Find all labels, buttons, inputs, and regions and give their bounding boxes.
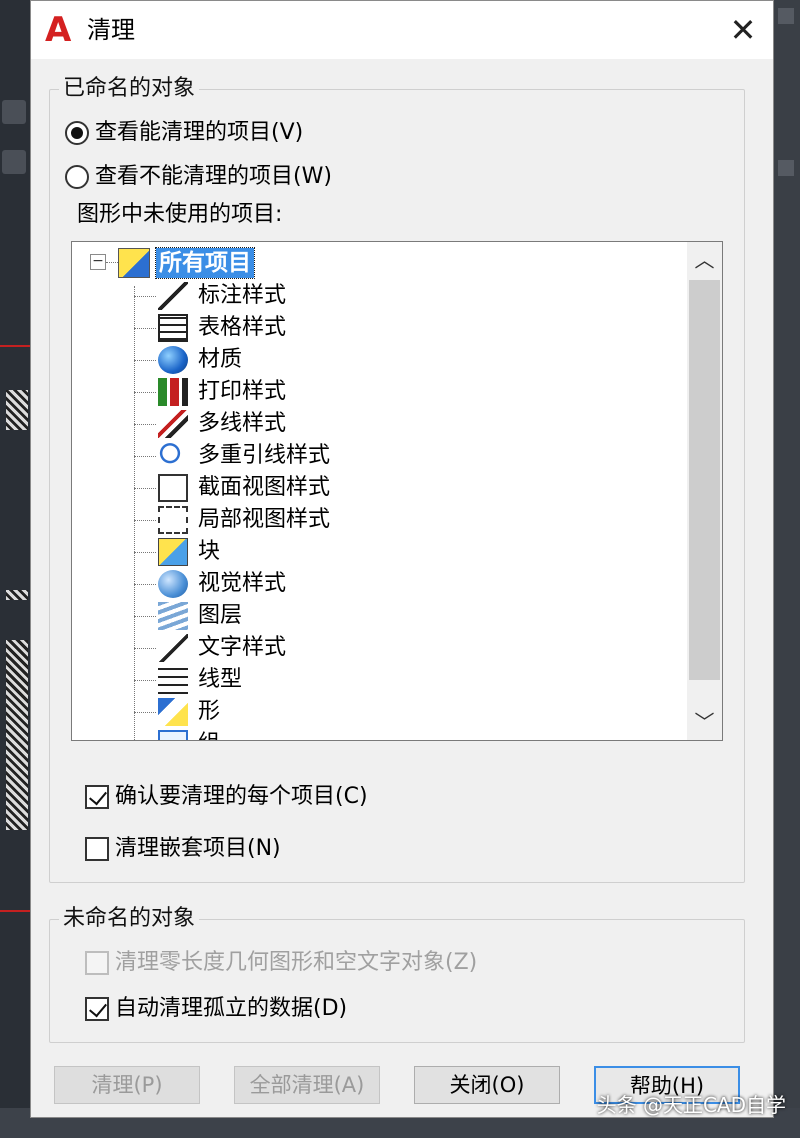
cad-right-panel (772, 0, 800, 1138)
tree-guide-line (134, 616, 156, 617)
cad-drawing-hatch (6, 590, 28, 600)
block-icon (158, 538, 188, 566)
unnamed-objects-legend: 未命名的对象 (59, 905, 200, 933)
tree-guide-line (134, 392, 156, 393)
tree-item-label: 表格样式 (198, 315, 287, 340)
checkbox (85, 951, 109, 975)
tree-item-label: 多重引线样式 (198, 443, 331, 468)
checkbox-label: 清理零长度几何图形和空文字对象(Z) (115, 950, 478, 975)
material-icon (158, 346, 188, 374)
tree-item-label: 打印样式 (198, 379, 287, 404)
tree-item-label: 图层 (198, 603, 243, 628)
check-orphaned-data[interactable]: 自动清理孤立的数据(D) (85, 995, 347, 1023)
checkbox-label: 自动清理孤立的数据(D) (115, 996, 348, 1021)
cad-panel-control[interactable] (778, 160, 794, 176)
close-button[interactable]: 关闭(O) (414, 1066, 560, 1104)
dimension-style-icon (158, 282, 188, 310)
check-zero-length: 清理零长度几何图形和空文字对象(Z) (85, 949, 477, 977)
group-icon (158, 730, 188, 740)
text-style-icon (158, 634, 188, 662)
close-icon[interactable]: ✕ (723, 11, 763, 49)
tree-item-label: 截面视图样式 (198, 475, 331, 500)
dialog-titlebar: A 清理 ✕ (31, 1, 773, 59)
radio-label: 查看能清理的项目(V) (95, 120, 304, 145)
cad-left-toolbar (0, 0, 30, 1138)
cad-tool-icon[interactable] (2, 100, 26, 124)
tree-item-label: 标注样式 (198, 283, 287, 308)
tree-guide-line (134, 296, 156, 297)
tree-item-label: 局部视图样式 (198, 507, 331, 532)
unnamed-objects-group (49, 919, 745, 1043)
section-view-style-icon (158, 474, 188, 502)
scroll-up-icon[interactable]: ︿ (687, 242, 722, 278)
checkbox[interactable] (85, 837, 109, 861)
cad-drawing-line (0, 910, 30, 912)
tree-guide-line (134, 520, 156, 521)
tree-item-label: 视觉样式 (198, 571, 287, 596)
shape-icon (158, 698, 188, 726)
cad-panel-control[interactable] (778, 8, 794, 24)
radio-label: 查看不能清理的项目(W) (95, 164, 332, 189)
tree-guide-line (134, 552, 156, 553)
watermark: 头条 @天正CAD自学 (596, 1093, 786, 1117)
visual-style-icon (158, 570, 188, 598)
multiline-style-icon (158, 410, 188, 438)
tree-item-label: 文字样式 (198, 635, 287, 660)
tree-guide-line (134, 680, 156, 681)
tree-item-label: 组 (198, 728, 220, 740)
tree-guide-line (134, 712, 156, 713)
tree-item-label: 多线样式 (198, 411, 287, 436)
tree-guide-line (134, 424, 156, 425)
tree-guide-line (134, 328, 156, 329)
tree-guide-line (134, 286, 135, 740)
tree-item-label: 材质 (198, 347, 243, 372)
cad-drawing-hatch (6, 390, 28, 430)
tree-item-label: 块 (198, 539, 221, 564)
tree-guide-line (134, 360, 156, 361)
tree-guide-line (134, 456, 156, 457)
linetype-icon (158, 666, 188, 694)
check-confirm-each[interactable]: 确认要清理的每个项目(C) (85, 783, 368, 811)
checkbox-label: 清理嵌套项目(N) (115, 836, 281, 861)
named-objects-legend: 已命名的对象 (59, 75, 200, 103)
tree-caption: 图形中未使用的项目: (77, 202, 283, 227)
purge-button[interactable]: 清理(P) (54, 1066, 200, 1104)
table-style-icon (158, 314, 188, 342)
layer-icon (158, 602, 188, 630)
cad-drawing-line (0, 345, 30, 347)
scroll-down-icon[interactable]: ﹀ (687, 704, 722, 740)
radio-view-nonpurgeable[interactable]: 查看不能清理的项目(W) (65, 163, 332, 191)
radio-button[interactable] (65, 165, 89, 189)
checkbox[interactable] (85, 997, 109, 1021)
radio-view-purgeable[interactable]: 查看能清理的项目(V) (65, 119, 303, 147)
tree-guide-line (106, 262, 118, 263)
cad-tool-icon[interactable] (2, 150, 26, 174)
unused-items-tree[interactable]: − 所有项目 标注样式表格样式材质打印样式多线样式多重引线样式 截面视图样式 局部视… (71, 241, 723, 741)
tree-guide-line (134, 488, 156, 489)
check-purge-nested[interactable]: 清理嵌套项目(N) (85, 835, 281, 863)
multileader-style-icon (158, 442, 188, 470)
cad-drawing-hatch (6, 640, 28, 830)
autocad-logo-icon: A (45, 10, 72, 50)
all-items-icon (118, 248, 150, 278)
tree-guide-line (134, 648, 156, 649)
purge-all-button[interactable]: 全部清理(A) (234, 1066, 380, 1104)
detail-view-style-icon (158, 506, 188, 534)
tree-scrollbar[interactable]: ︿ ﹀ (687, 242, 722, 740)
purge-dialog: A 清理 ✕ 已命名的对象 查看能清理的项目(V) 查看不能清理的项目(W) 图… (30, 0, 774, 1118)
collapse-icon[interactable]: − (90, 254, 106, 270)
checkbox-label: 确认要清理的每个项目(C) (115, 784, 368, 809)
dialog-title: 清理 (87, 16, 135, 44)
tree-viewport: − 所有项目 标注样式表格样式材质打印样式多线样式多重引线样式 截面视图样式 局部视… (72, 242, 687, 740)
plot-style-icon (158, 378, 188, 406)
tree-guide-line (134, 584, 156, 585)
checkbox[interactable] (85, 785, 109, 809)
radio-button[interactable] (65, 121, 89, 145)
scroll-thumb[interactable] (689, 280, 720, 680)
tree-root-all-items[interactable]: 所有项目 (155, 247, 255, 279)
tree-item-label: 线型 (198, 667, 243, 692)
tree-item-label: 形 (198, 699, 221, 724)
